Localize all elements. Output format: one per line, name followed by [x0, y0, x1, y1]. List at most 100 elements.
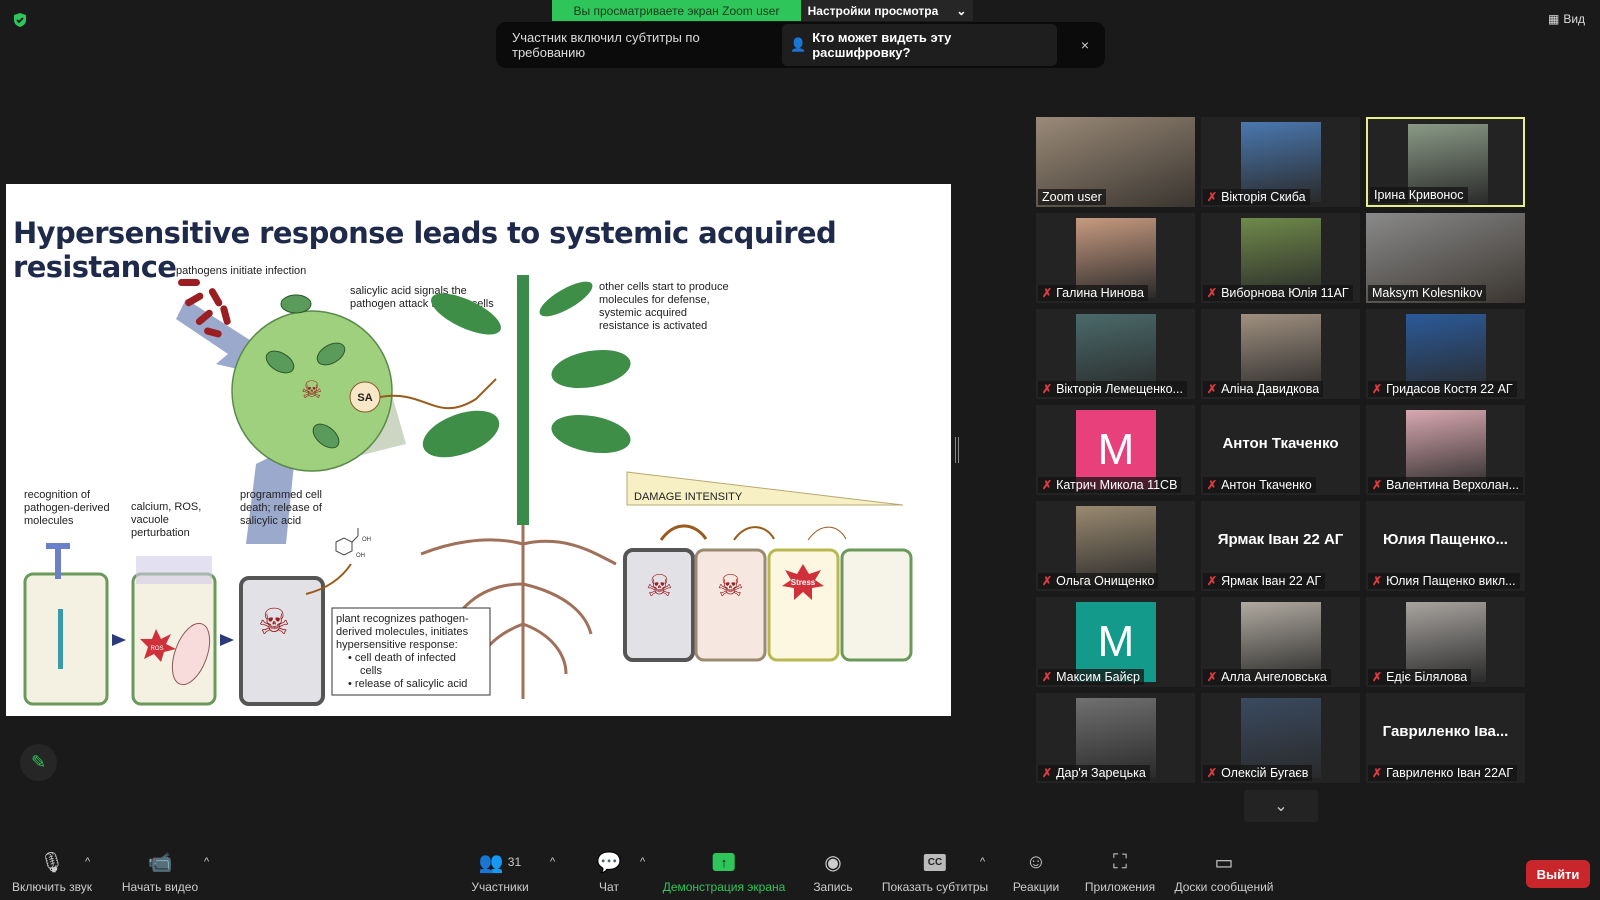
svg-text:☠: ☠ — [258, 601, 290, 642]
label-rec-1: recognition of — [24, 489, 91, 501]
leave-button[interactable]: Выйти — [1526, 860, 1590, 888]
participant-name: Zoom user — [1042, 190, 1102, 204]
record-icon: ◉ — [824, 851, 842, 874]
participant-tile[interactable]: ✗ Вікторія Скиба — [1201, 117, 1360, 207]
participant-name: Катрич Микола 11СВ — [1056, 478, 1178, 492]
participant-tile[interactable]: M ✗ Максим Байєр — [1036, 597, 1195, 687]
chat-caret[interactable]: ^ — [640, 856, 645, 868]
participant-name: Юлия Пащенко викл... — [1386, 574, 1516, 588]
participants-count: 31 — [507, 855, 522, 869]
participant-name: Валентина Верхолан... — [1386, 478, 1519, 492]
split-resize-handle[interactable] — [955, 437, 959, 463]
label-pathogens: pathogens initiate infection — [176, 265, 306, 277]
participant-name-label: ✗ Гридасов Костя 22 АГ — [1368, 381, 1517, 397]
participant-name-label: ✗ Дар'я Зарецька — [1038, 765, 1150, 781]
participant-tile[interactable]: Ірина Кривонос — [1366, 117, 1525, 207]
shield-icon[interactable] — [12, 12, 28, 28]
unmute-label: Включить звук — [11, 880, 93, 894]
participant-display-name: Антон Ткаченко — [1222, 435, 1339, 452]
participant-display-name: Ярмак Іван 22 АГ — [1217, 531, 1344, 548]
label-rec-2: pathogen-derived — [24, 502, 110, 514]
share-label: Демонстрация экрана — [662, 880, 786, 894]
reactions-button[interactable]: ☺ Реакции — [1013, 850, 1059, 895]
participant-name: Максим Байєр — [1056, 670, 1140, 684]
participant-name: Едіє Білялова — [1386, 670, 1468, 684]
label-pcd-2: death; release of — [240, 502, 323, 514]
participants-button[interactable]: 👥 31 Участники — [471, 850, 528, 895]
participant-name: Алла Ангеловська — [1221, 670, 1327, 684]
apps-icon: ⛶ — [1113, 850, 1127, 873]
participant-tile[interactable]: Юлия Пащенко... ✗ Юлия Пащенко викл... — [1366, 501, 1525, 591]
participant-name-label: ✗ Едіє Білялова — [1368, 669, 1472, 685]
label-cal-2: vacuole — [131, 514, 169, 526]
unmute-button[interactable]: 🎙 Включить звук — [11, 850, 93, 895]
label-cal-3: perturbation — [131, 527, 190, 539]
participant-tile[interactable]: Гавриленко Іва... ✗ Гавриленко Іван 22АГ — [1366, 693, 1525, 783]
participant-tile[interactable]: ✗ Валентина Верхолан... — [1366, 405, 1525, 495]
participant-tile[interactable]: ✗ Виборнова Юлія 11АГ — [1201, 213, 1360, 303]
participant-name: Олексій Бугаєв — [1221, 766, 1309, 780]
share-screen-icon: ↑ — [713, 850, 735, 874]
label-other-3: systemic acquired — [599, 307, 687, 319]
participant-name-label: ✗ Вікторія Лемещенко... — [1038, 381, 1187, 397]
participant-tile[interactable]: ✗ Вікторія Лемещенко... — [1036, 309, 1195, 399]
participant-display-name: Гавриленко Іва... — [1382, 723, 1509, 740]
share-screen-button[interactable]: ↑ Демонстрация экрана — [662, 850, 786, 894]
participant-tile[interactable]: ✗ Алла Ангеловська — [1201, 597, 1360, 687]
label-oh2: OH — [356, 553, 365, 559]
participant-name-label: ✗ Юлия Пащенко викл... — [1368, 573, 1520, 589]
hr-summary-box: plant recognizes pathogen- derived molec… — [331, 607, 491, 696]
captions-button[interactable]: CC Показать субтитры — [882, 850, 988, 894]
participant-name: Дар'я Зарецька — [1056, 766, 1146, 780]
svg-text:☠: ☠ — [646, 570, 673, 603]
view-settings-dropdown[interactable]: Настройки просмотра ⌄ — [801, 0, 973, 21]
participant-tile[interactable]: ✗ Аліна Давидкова — [1201, 309, 1360, 399]
svg-text:• cell death of infected: • cell death of infected — [348, 652, 456, 664]
close-icon[interactable]: × — [1081, 37, 1089, 53]
mic-muted-icon: ✗ — [1042, 670, 1053, 684]
participant-tile[interactable]: Ярмак Іван 22 АГ ✗ Ярмак Іван 22 АГ — [1201, 501, 1360, 591]
chat-button[interactable]: 💬 Чат — [596, 850, 622, 895]
participant-tile[interactable]: ✗ Гридасов Костя 22 АГ — [1366, 309, 1525, 399]
svg-text:cells: cells — [360, 665, 383, 677]
captions-caret[interactable]: ^ — [980, 856, 985, 868]
participant-tile[interactable]: ✗ Ольга Онищенко — [1036, 501, 1195, 591]
participant-name-label: ✗ Аліна Давидкова — [1203, 381, 1324, 397]
record-label: Запись — [813, 880, 853, 894]
participant-name-label: ✗ Катрич Микола 11СВ — [1038, 477, 1182, 493]
participant-tile[interactable]: ✗ Олексій Бугаєв — [1201, 693, 1360, 783]
apps-button[interactable]: ⛶ Приложения — [1085, 850, 1155, 895]
participants-icon: 👥 31 — [478, 851, 522, 874]
participant-tile[interactable]: Антон Ткаченко ✗ Антон Ткаченко — [1201, 405, 1360, 495]
transcript-visibility-link[interactable]: 👤 Кто может видеть эту расшифровку? — [782, 24, 1057, 66]
mic-muted-icon: ✗ — [1042, 574, 1053, 588]
participant-tile[interactable]: ✗ Дар'я Зарецька — [1036, 693, 1195, 783]
chat-label: Чат — [599, 880, 619, 894]
participant-tile[interactable]: Zoom user — [1036, 117, 1195, 207]
start-video-button[interactable]: 📹 Начать видео — [122, 850, 198, 895]
record-button[interactable]: ◉ Запись — [813, 850, 853, 895]
video-options-caret[interactable]: ^ — [204, 856, 209, 868]
shared-slide: Hypersensitive response leads to systemi… — [6, 184, 951, 716]
participant-tile[interactable]: Maksym Kolesnikov — [1366, 213, 1525, 303]
participant-name-label: ✗ Вікторія Скиба — [1203, 189, 1310, 205]
annotate-pencil-button[interactable]: ✎ — [20, 744, 57, 781]
mic-muted-icon: ✗ — [1042, 766, 1053, 780]
damage-cells: ☠ ☠ Stress — [623, 524, 913, 662]
chat-icon: 💬 — [596, 851, 622, 874]
participants-caret[interactable]: ^ — [550, 856, 555, 868]
participant-tile[interactable]: M ✗ Катрич Микола 11СВ — [1036, 405, 1195, 495]
whiteboards-button[interactable]: ▭ Доски сообщений — [1174, 850, 1273, 895]
gallery-next-page-button[interactable]: ⌄ — [1244, 790, 1318, 822]
svg-text:hypersensitive response:: hypersensitive response: — [336, 639, 458, 651]
view-label: Вид — [1563, 12, 1586, 26]
captions-notification: Участник включил субтитры по требованию … — [496, 22, 1105, 68]
participant-tile[interactable]: ✗ Едіє Білялова — [1366, 597, 1525, 687]
label-oh1: OH — [362, 537, 371, 543]
audio-options-caret[interactable]: ^ — [85, 856, 90, 868]
signal-arrow — [379, 378, 497, 410]
participant-tile[interactable]: ✗ Галина Нинова — [1036, 213, 1195, 303]
mic-muted-icon: ✗ — [1042, 382, 1053, 396]
view-button[interactable]: ▦ Вид — [1548, 12, 1585, 26]
svg-text:plant recognizes pathogen-: plant recognizes pathogen- — [336, 613, 469, 625]
